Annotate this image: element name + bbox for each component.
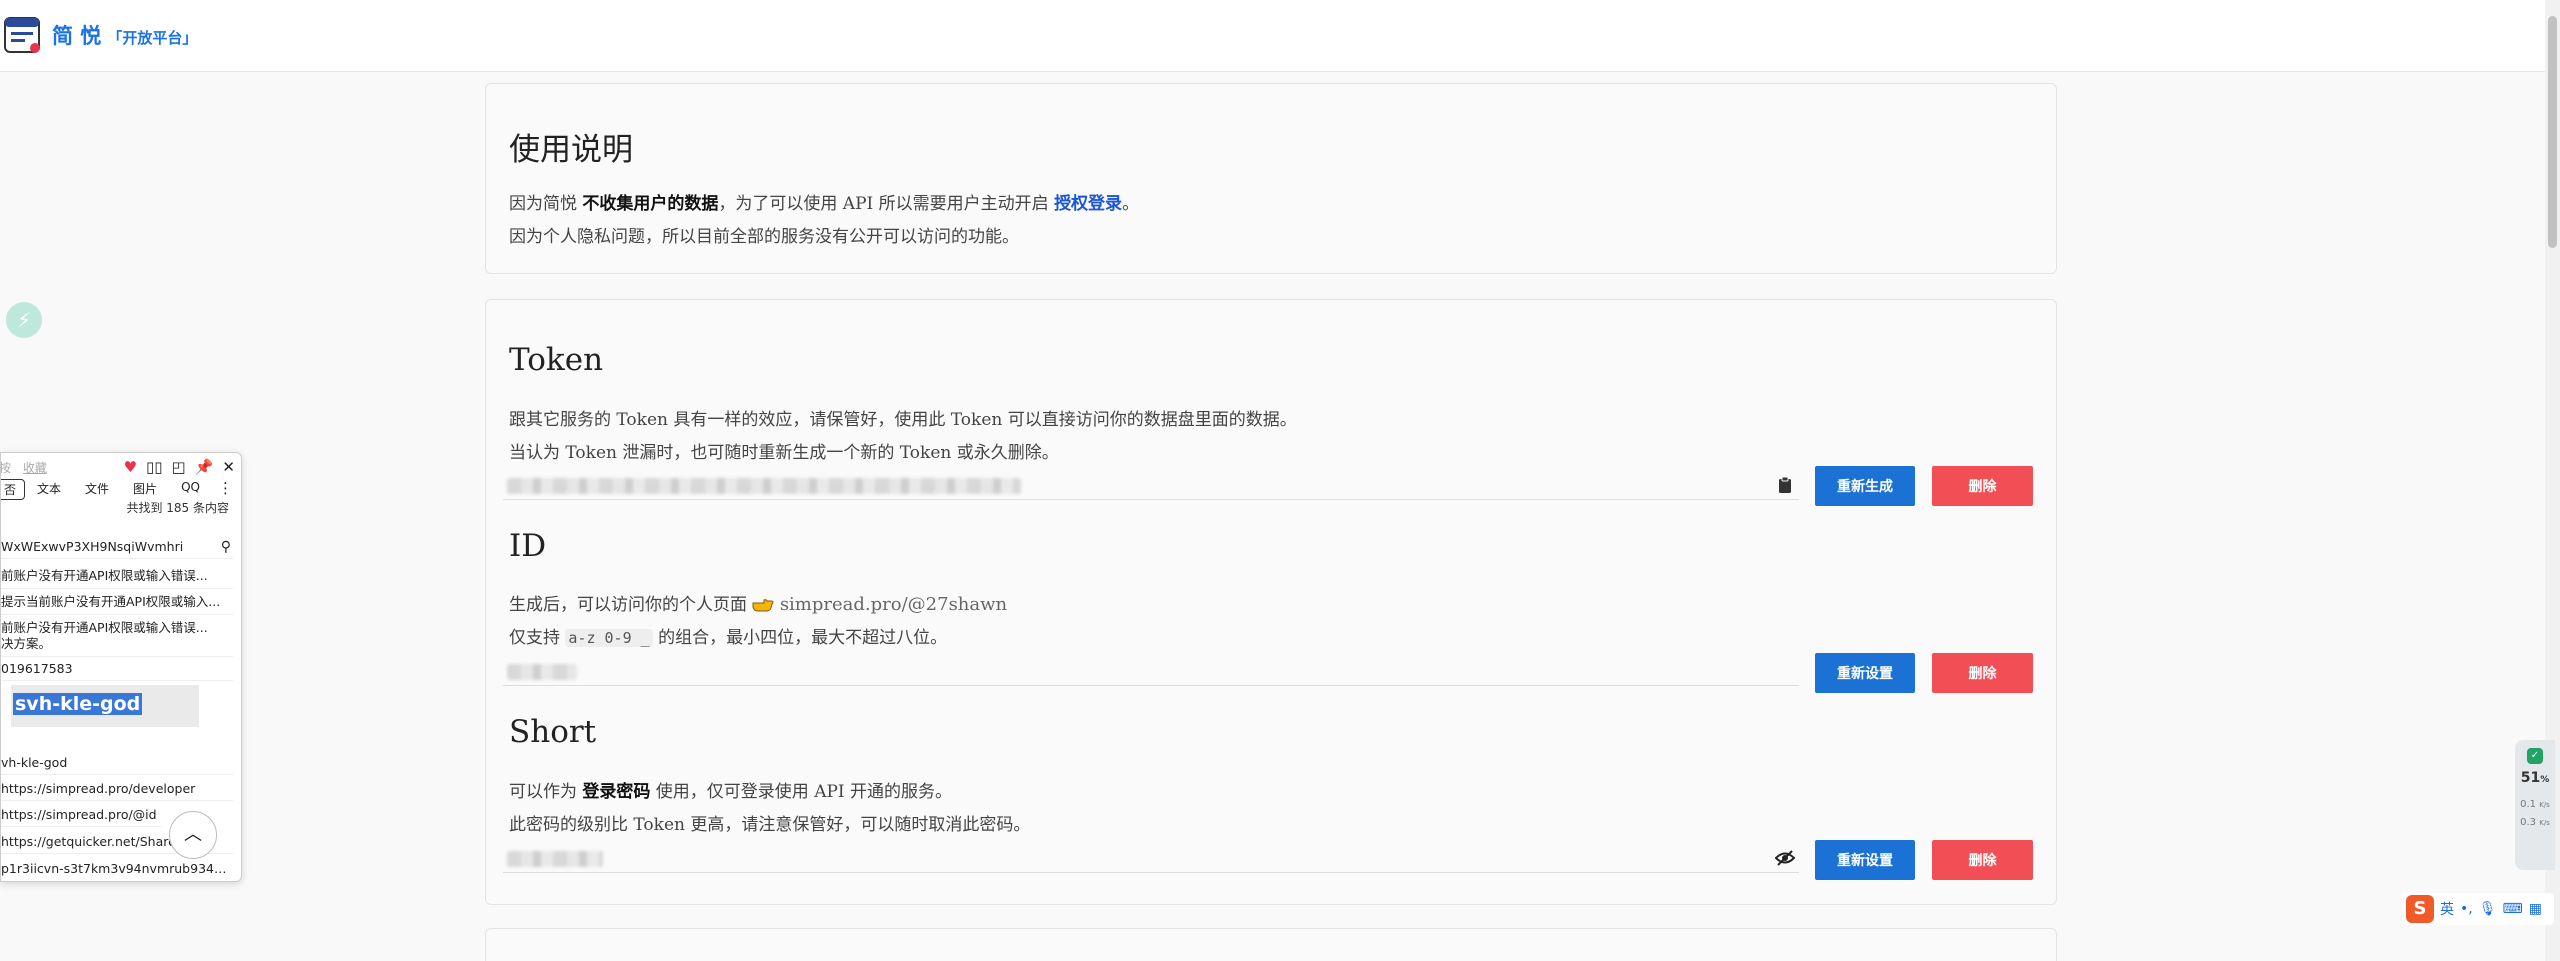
brand-title[interactable]: 简 悦「开放平台」 [52,20,197,50]
token-delete-button[interactable]: 删除 [1932,466,2033,506]
short-field[interactable] [503,845,1799,873]
split-view-icon[interactable]: ▯▯ [146,458,163,476]
id-field[interactable] [503,658,1799,686]
system-monitor-widget[interactable]: ✓ 51% 0.1 K/s 0.3 K/s [2515,740,2555,870]
id-title: ID [509,528,547,564]
clipboard-item[interactable]: vh-kle-god [1,755,233,775]
top-navbar: 简 悦「开放平台」 [0,0,2545,72]
clipboard-tab-all[interactable]: 否 [1,479,26,500]
id-text-b: 仅支持 [509,628,566,648]
more-vertical-icon[interactable]: ⋮ [218,479,233,497]
clipboard-toolbar: ♥ ▯▯ ◰ 📌 ✕ [124,458,235,476]
close-icon[interactable]: ✕ [222,458,235,476]
token-field[interactable] [503,472,1799,500]
ime-mode-english[interactable]: 英 [2440,899,2454,919]
upload-unit: K/s [2539,801,2550,809]
id-text-c: 的组合，最小四位，最大不超过八位。 [652,628,948,648]
scroll-top-chevron-up-icon[interactable]: ︿ [169,811,217,859]
pin-icon[interactable]: 📌 [195,458,214,476]
scrollbar-thumb[interactable] [2548,16,2557,248]
short-reset-button[interactable]: 重新设置 [1815,840,1915,880]
usage-text-d: 。 [1122,194,1140,214]
clipboard-tab-text[interactable]: 文本 [25,479,73,500]
brand-subtitle: 「开放平台」 [107,29,198,47]
clipboard-search-prefix: 按 [0,461,12,475]
token-value-blurred [507,478,1021,494]
clipboard-search[interactable]: 按 收藏 [0,459,99,476]
usage-line-2: 因为个人隐私问题，所以目前全部的服务没有公开可以访问的功能。 [509,227,1019,247]
upload-speed: 0.1 [2520,799,2537,810]
pointing-hand-icon [752,596,774,612]
clipboard-item[interactable]: https://simpread.pro/@id [1,807,161,827]
clipboard-item[interactable]: p1r3iicvn-s3t7km3v94nvmrub9346... [1,861,233,880]
token-desc-2: 当认为 Token 泄漏时，也可随时重新生成一个新的 Token 或永久删除。 [509,443,1059,463]
id-text-a: 生成后，可以访问你的个人页面 [509,595,753,615]
short-text-a: 可以作为 [509,782,583,802]
clipboard-search-placeholder: 收藏 [22,461,47,475]
id-reset-button[interactable]: 重新设置 [1815,653,1915,693]
clipboard-item[interactable]: WxWExwvP3XH9NsqiWvmhri [1,539,233,559]
id-delete-button[interactable]: 删除 [1932,653,2033,693]
eye-off-icon[interactable] [1775,848,1795,868]
mouse-icon[interactable]: ◰ [172,458,186,476]
download-unit: K/s [2539,819,2550,827]
token-desc-1: 跟其它服务的 Token 具有一样的效应，请保管好，使用此 Token 可以直接… [509,410,1297,430]
short-text-c: 使用，仅可登录使用 API 开通的服务。 [650,782,953,802]
clipboard-tabs: 否 文本 文件 图片 QQ [1,479,212,500]
usage-bold-no-collect: 不收集用户的数据 [582,194,719,214]
simpread-logo-icon[interactable] [4,17,42,55]
short-desc-1: 可以作为 登录密码 使用，仅可登录使用 API 开通的服务。 [509,777,952,802]
id-desc-2: 仅支持 a-z 0-9 _ 的组合，最小四位，最大不超过八位。 [509,623,947,648]
short-title: Short [509,714,597,750]
id-desc-1: 生成后，可以访问你的个人页面 simpread.pro/@27shawn [509,590,1007,615]
personal-page-link[interactable]: simpread.pro/@27shawn [780,594,1007,615]
microphone-icon[interactable]: 🎙 [2479,901,2497,917]
clipboard-tab-qq[interactable]: QQ [169,479,212,500]
short-value-blurred [507,851,603,867]
clipboard-item[interactable]: 提示当前账户没有开通API权限或输入... [1,591,233,615]
memory-percent: 51% [2515,770,2555,786]
clipboard-item[interactable]: https://simpread.pro/developer [1,781,233,801]
authorize-login-link[interactable]: 授权登录 [1054,194,1122,214]
short-bold-login-password: 登录密码 [582,782,651,802]
usage-text-a: 因为简悦 [509,194,583,214]
brand-name: 简 悦 [52,24,102,48]
selected-text: svh-kle-god [13,693,143,715]
clipboard-item[interactable]: 前账户没有开通API权限或输入错误... [1,565,233,589]
next-card [485,928,2057,961]
favorite-heart-icon[interactable]: ♥ [124,458,137,476]
clipboard-tab-image[interactable]: 图片 [121,479,169,500]
clipboard-count: 共找到 185 条内容 [126,501,229,515]
grid-menu-icon[interactable]: ▦ [2529,901,2542,917]
usage-title: 使用说明 [509,132,633,168]
short-delete-button[interactable]: 删除 [1932,840,2033,880]
item-pin-icon[interactable]: ⚲ [221,539,231,555]
id-value-blurred [507,664,577,680]
clipboard-item-continued: 决方案。 [1,633,233,657]
short-desc-2: 此密码的级别比 Token 更高，请注意保管好，可以随时取消此密码。 [509,815,1031,835]
memory-percent-value: 51 [2520,770,2541,786]
clipboard-copy-icon[interactable] [1775,475,1795,495]
security-shield-icon: ✓ [2527,748,2543,764]
ime-punctuation-icon[interactable]: •, [2460,901,2473,917]
clipboard-tab-file[interactable]: 文件 [73,479,121,500]
download-speed: 0.3 [2520,817,2537,828]
token-title: Token [509,342,604,378]
clipboard-panel: 按 收藏 ♥ ▯▯ ◰ 📌 ✕ 否 文本 文件 图片 QQ ⋮ 共找到 185 … [0,452,242,882]
memory-percent-unit: % [2540,775,2550,785]
clipboard-item-selected[interactable]: svh-kle-god [11,685,199,727]
keyboard-icon[interactable]: ⌨ [2503,901,2523,917]
usage-line-1: 因为简悦 不收集用户的数据，为了可以使用 API 所以需要用户主动开启 授权登录… [509,189,1139,214]
token-regenerate-button[interactable]: 重新生成 [1815,466,1915,506]
ime-toolbar: S 英 •, 🎙 ⌨ ▦ [2402,893,2554,925]
id-allowed-chars: a-z 0-9 _ [565,629,653,647]
network-speed: 0.1 K/s 0.3 K/s [2515,796,2555,832]
clipboard-item[interactable]: 019617583 [1,661,233,681]
usage-text-c: ，为了可以使用 API 所以需要用户主动开启 [718,194,1055,214]
quicker-float-icon[interactable]: ⚡ [6,302,42,338]
sogou-ime-logo-icon[interactable]: S [2406,895,2434,923]
